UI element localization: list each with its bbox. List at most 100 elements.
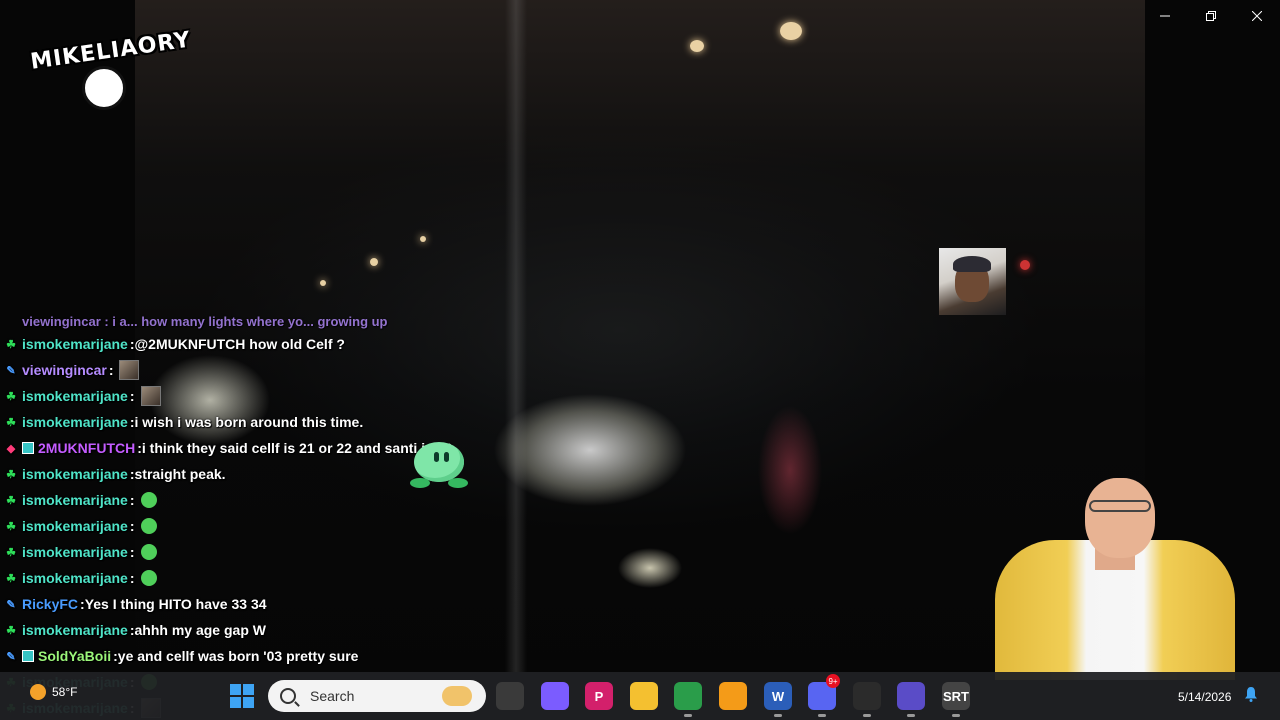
taskbar-word-icon[interactable]: W (764, 682, 792, 710)
chat-message: ☘ ismokemarijane: i wish i was born aroun… (4, 409, 363, 435)
lamp (1020, 260, 1030, 270)
windows-logo-icon (243, 684, 254, 695)
chat-username[interactable]: 2MUKNFUTCH (38, 440, 135, 456)
sub-badge-icon (22, 442, 34, 454)
chat-username[interactable]: ismokemarijane (22, 570, 128, 586)
logo-mascot-icon (82, 66, 126, 110)
chat-username[interactable]: SoldYaBoii (38, 648, 111, 664)
chat-username[interactable]: ismokemarijane (22, 466, 128, 482)
notification-bell-icon[interactable] (1244, 686, 1258, 702)
chat-message: ☘ ismokemarijane: (4, 513, 157, 539)
green-emote-icon (140, 544, 157, 560)
guest-cap (953, 256, 991, 272)
chat-username[interactable]: ismokemarijane (22, 388, 128, 404)
taskbar-app-sun-icon[interactable] (719, 682, 747, 710)
chat-text: Yes I thing HITO have 33 34 (84, 596, 267, 612)
taskbar-chrome-icon[interactable] (674, 682, 702, 710)
weather-icon (30, 684, 46, 700)
image-emote-icon (140, 386, 161, 406)
running-indicator (952, 714, 960, 717)
clock-date[interactable]: 5/14/2026 (1178, 690, 1231, 704)
chat-message: ☘ ismokemarijane: @2MUKNFUTCH how old Cel… (4, 331, 345, 357)
windows-logo-icon (230, 684, 241, 695)
taskbar: 58°F Search P W 9+ SRT 5/14/2026 (0, 672, 1280, 720)
start-button[interactable] (230, 684, 254, 708)
chat-username[interactable]: viewingincar (22, 362, 107, 378)
chat-message: ✎ viewingincar: (4, 357, 140, 383)
running-indicator (818, 714, 826, 717)
green-emote-icon (140, 518, 157, 534)
chat-username[interactable]: ismokemarijane (22, 518, 128, 534)
windows-logo-icon (243, 697, 254, 708)
chat-message: ☘ ismokemarijane: straight peak. (4, 461, 225, 487)
taskbar-app-diamond-icon[interactable] (897, 682, 925, 710)
chat-message: ✎ RickyFC: Yes I thing HITO have 33 34 (4, 591, 267, 617)
lamp (420, 236, 426, 242)
streamer-glasses (1089, 500, 1151, 512)
search-box[interactable]: Search (268, 680, 486, 712)
taskbar-app-label: SRT (943, 688, 969, 704)
kirby-eye (434, 452, 439, 462)
lamp (370, 258, 378, 266)
green-emote-icon (140, 570, 157, 586)
weather-widget[interactable]: 58°F (30, 684, 77, 700)
running-indicator (684, 714, 692, 717)
chat-username[interactable]: RickyFC (22, 596, 78, 612)
sub-badge-icon (22, 650, 34, 662)
chat-username[interactable]: ismokemarijane (22, 414, 128, 430)
running-indicator (774, 714, 782, 717)
streamer-head (1085, 478, 1155, 558)
search-placeholder: Search (310, 688, 355, 704)
close-icon[interactable] (1234, 0, 1280, 32)
leaf-badge-icon: ☘ (6, 416, 16, 429)
restore-icon[interactable] (1188, 0, 1234, 32)
taskbar-task-view-icon[interactable] (496, 682, 524, 710)
chat-username[interactable]: ismokemarijane (22, 622, 128, 638)
minimize-icon[interactable] (1142, 0, 1188, 32)
chat-message: ✎ SoldYaBoii: ye and cellf was born '03 p… (4, 643, 358, 669)
chat-text: ye and cellf was born '03 pretty sure (117, 648, 359, 664)
chat-username[interactable]: ismokemarijane (22, 336, 128, 352)
leaf-badge-icon: ☘ (6, 494, 16, 507)
chat-message: ☘ ismokemarijane: (4, 539, 157, 565)
kirby-emote (408, 438, 472, 488)
taskbar-file-explorer-icon[interactable] (630, 682, 658, 710)
leaf-badge-icon: ☘ (6, 468, 16, 481)
pen-badge-icon: ✎ (6, 364, 16, 377)
chat-separator: : (108, 362, 114, 378)
leaf-badge-icon: ☘ (6, 624, 16, 637)
taskbar-picsart-icon[interactable]: P (585, 682, 613, 710)
channel-logo: MIKELIAORY (29, 14, 193, 110)
leaf-badge-icon: ☘ (6, 520, 16, 533)
image-emote-icon (119, 360, 140, 380)
partial-line-text: viewingincar : i a... how many lights wh… (22, 313, 388, 329)
chat-message: ◆ 2MUKNFUTCH: i think they said cellf is … (4, 435, 453, 461)
chat-message: ☘ ismokemarijane: (4, 383, 161, 409)
leaf-badge-icon: ☘ (6, 390, 16, 403)
taskbar-app-srt-icon[interactable]: SRT (942, 682, 970, 710)
gift-badge-icon: ◆ (6, 442, 16, 455)
chat-text: i wish i was born around this time. (134, 414, 364, 430)
chat-message: ☘ ismokemarijane: (4, 565, 157, 591)
chat-overlay: viewingincar : i a... how many lights wh… (0, 306, 520, 720)
chat-separator: : (129, 544, 135, 560)
chat-separator: : (129, 570, 135, 586)
chat-text: ahhh my age gap W (134, 622, 266, 638)
weather-temp: 58°F (52, 685, 78, 699)
pen-badge-icon: ✎ (6, 598, 16, 611)
leaf-badge-icon: ☘ (6, 572, 16, 585)
windows-logo-icon (230, 697, 241, 708)
chat-username[interactable]: ismokemarijane (22, 544, 128, 560)
chat-separator: : (129, 518, 135, 534)
taskbar-copilot-icon[interactable] (541, 682, 569, 710)
guest-webcam (939, 248, 1006, 315)
notification-count-badge: 9+ (826, 674, 840, 688)
chat-text: i think they said cellf is 21 or 22 and … (141, 440, 453, 456)
lamp (690, 40, 704, 52)
chat-message: ☘ ismokemarijane: ahhh my age gap W (4, 617, 266, 643)
chat-username[interactable]: ismokemarijane (22, 492, 128, 508)
chat-text: @2MUKNFUTCH how old Celf ? (134, 336, 345, 352)
streamer-webcam (985, 470, 1245, 680)
pen-badge-icon: ✎ (6, 650, 16, 663)
taskbar-obs-icon[interactable] (853, 682, 881, 710)
